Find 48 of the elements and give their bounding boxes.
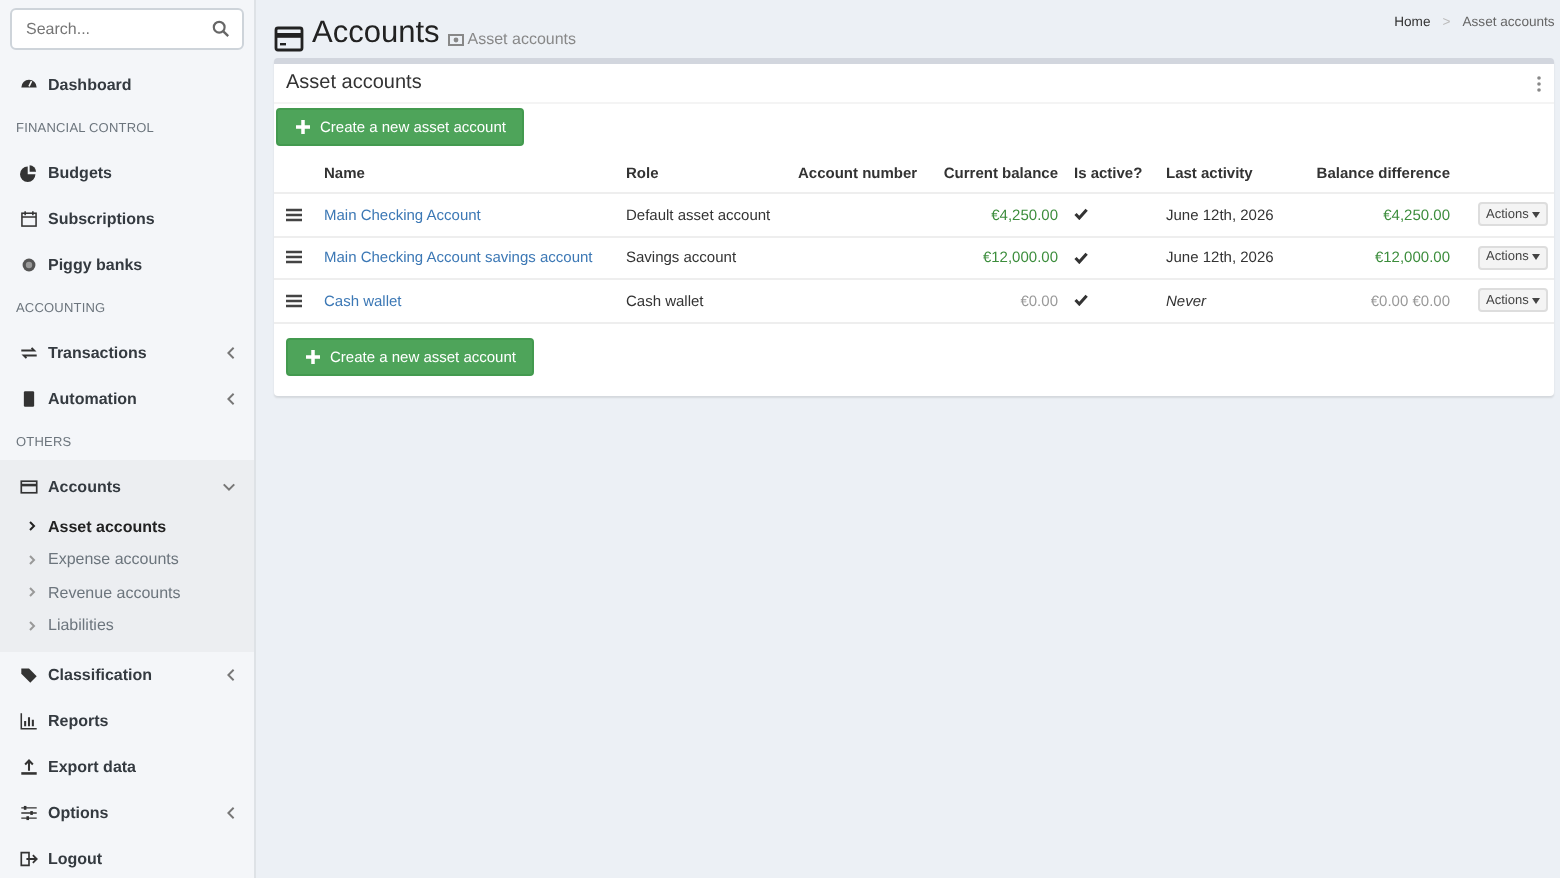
sidebar-item[interactable]: Piggy banks [0, 242, 254, 288]
sidebar-item[interactable]: Reports [0, 698, 254, 744]
sidebar-item[interactable]: Automation [0, 376, 254, 422]
chevron-right-icon [28, 520, 36, 533]
chevron-right-icon [28, 619, 36, 632]
dashboard-icon [20, 76, 38, 94]
plus-icon [296, 120, 310, 134]
sidebar-subitem[interactable]: Liabilities [0, 609, 254, 642]
chart-icon [20, 712, 38, 730]
sidebar-item[interactable]: Dashboard [0, 62, 254, 108]
logout-icon [20, 850, 38, 868]
sidebar-subitem[interactable]: Expense accounts [0, 543, 254, 576]
caret-down-icon [1532, 254, 1541, 261]
chevron-right-icon [28, 553, 36, 566]
drag-handle-icon [286, 207, 302, 222]
sidebar-item[interactable]: Accounts [0, 464, 254, 510]
plus-icon [306, 349, 320, 363]
sidebar-subitem[interactable]: Revenue accounts [0, 576, 254, 609]
drag-handle-icon [286, 293, 302, 308]
sidebar-item[interactable]: Logout [0, 836, 254, 878]
pie-icon [20, 164, 38, 182]
sliders-icon [20, 804, 38, 822]
caret-down-icon [1532, 297, 1541, 304]
card-icon [20, 478, 38, 496]
more-options-icon [1536, 75, 1543, 91]
coin-icon [20, 256, 38, 274]
tag-icon [20, 666, 38, 684]
chevron-right-icon [28, 586, 36, 599]
sidebar-subitem[interactable]: Asset accounts [0, 510, 254, 543]
drag-handle-icon [286, 250, 302, 265]
page-subtitle: Asset accounts [467, 30, 577, 48]
sidebar-item[interactable]: Options [0, 790, 254, 836]
sidebar-item[interactable]: Subscriptions [0, 196, 254, 242]
money-icon [447, 33, 464, 45]
credit-card-icon [274, 26, 304, 52]
search-icon [212, 20, 230, 38]
sidebar-item[interactable]: Classification [0, 652, 254, 698]
sidebar-item[interactable]: Export data [0, 744, 254, 790]
exchange-icon [20, 344, 38, 362]
upload-icon [20, 758, 38, 776]
sidebar-item[interactable]: Budgets [0, 150, 254, 196]
block-icon [20, 390, 38, 408]
sidebar-item[interactable]: Transactions [0, 330, 254, 376]
search-field[interactable]: Search... [10, 8, 244, 50]
page-title: Accounts [312, 16, 440, 52]
panel-title: Asset accounts [286, 72, 424, 94]
caret-down-icon [1532, 211, 1541, 218]
calendar-icon [20, 210, 38, 228]
